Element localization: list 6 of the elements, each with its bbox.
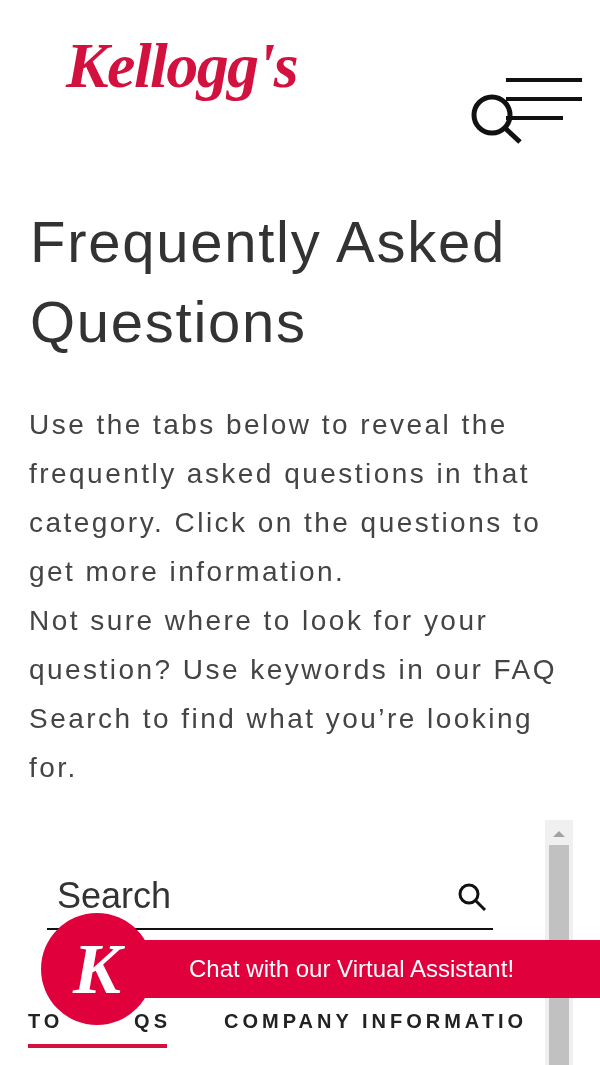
- search-menu-icon: [470, 76, 582, 144]
- intro-paragraph: Not sure where to look for your question? Use keywords in our FAQ Search to find what you’re looking for.: [29, 604, 558, 785]
- page-title: Frequently Asked Questions: [30, 208, 507, 356]
- search-icon[interactable]: [457, 882, 487, 912]
- intro-paragraph: Use the tabs below to reveal the frequently asked questions in that category. Click on the questions to get more information.: [29, 408, 543, 589]
- menu-button[interactable]: [470, 76, 582, 144]
